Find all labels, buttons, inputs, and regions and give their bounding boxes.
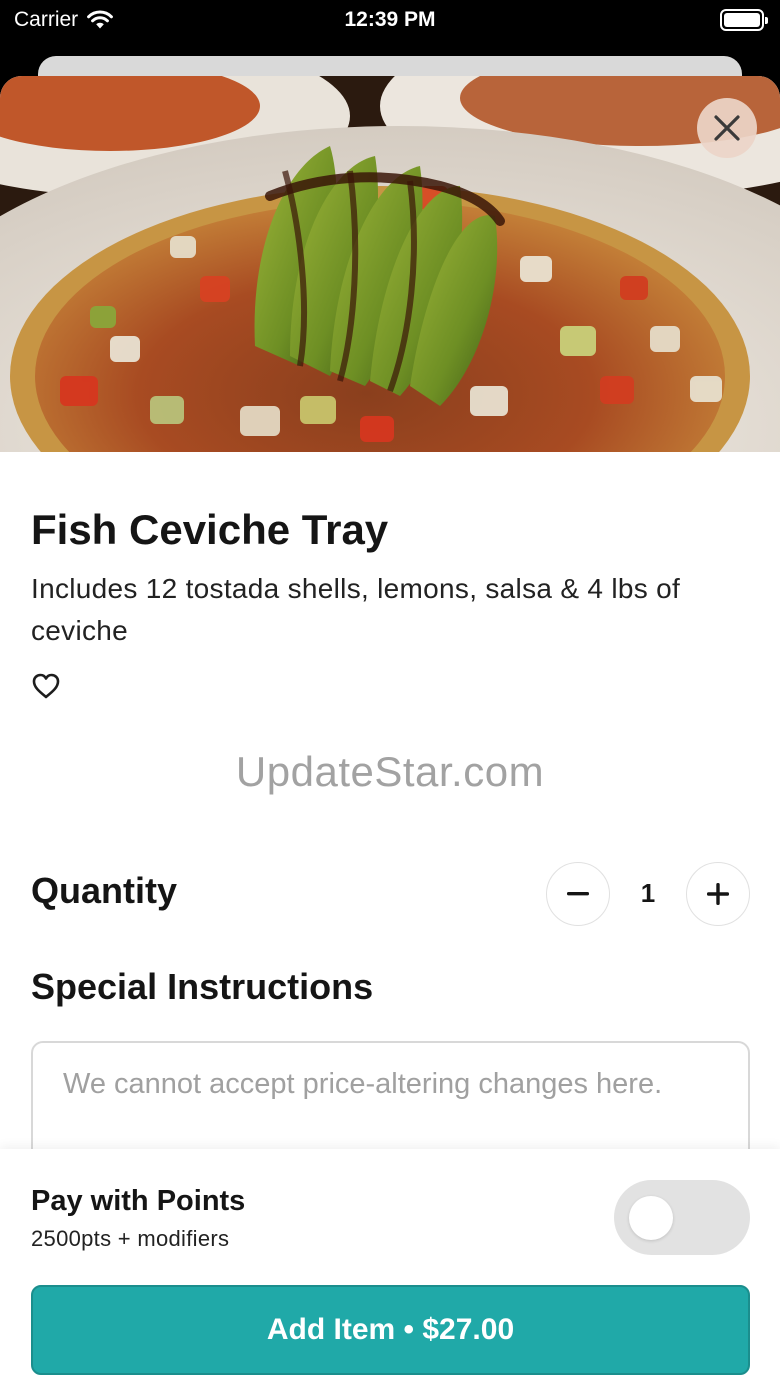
item-image: [0, 76, 780, 452]
close-icon: [714, 115, 740, 141]
battery-icon: [720, 9, 768, 31]
pay-with-points-toggle[interactable]: [614, 1180, 750, 1255]
close-button[interactable]: [697, 98, 757, 158]
add-item-button[interactable]: Add Item • $27.00: [31, 1285, 750, 1375]
bottom-action-bar: Pay with Points 2500pts + modifiers Add …: [0, 1149, 780, 1387]
screen: Carrier 12:39 PM Fish Ceviche Tray Inclu…: [0, 0, 780, 1387]
plus-icon: [707, 883, 729, 905]
item-description: Includes 12 tostada shells, lemons, sals…: [31, 573, 681, 646]
decrease-quantity-button[interactable]: [546, 862, 610, 926]
item-title: Fish Ceviche Tray: [31, 506, 389, 553]
special-instructions-label: Special Instructions: [31, 966, 374, 1007]
points-cost-label: 2500pts + modifiers: [31, 1226, 230, 1251]
status-bar: Carrier 12:39 PM: [0, 0, 780, 44]
minus-icon: [567, 892, 589, 896]
toggle-knob: [629, 1196, 673, 1240]
pay-with-points-label: Pay with Points: [31, 1185, 246, 1217]
status-time: 12:39 PM: [344, 8, 436, 31]
favorite-button[interactable]: [31, 672, 61, 700]
quantity-stepper: 1: [546, 862, 750, 926]
watermark: UpdateStar.com: [235, 748, 545, 795]
quantity-label: Quantity: [31, 870, 178, 911]
increase-quantity-button[interactable]: [686, 862, 750, 926]
heart-icon: [32, 673, 60, 699]
quantity-value: 1: [640, 878, 656, 908]
